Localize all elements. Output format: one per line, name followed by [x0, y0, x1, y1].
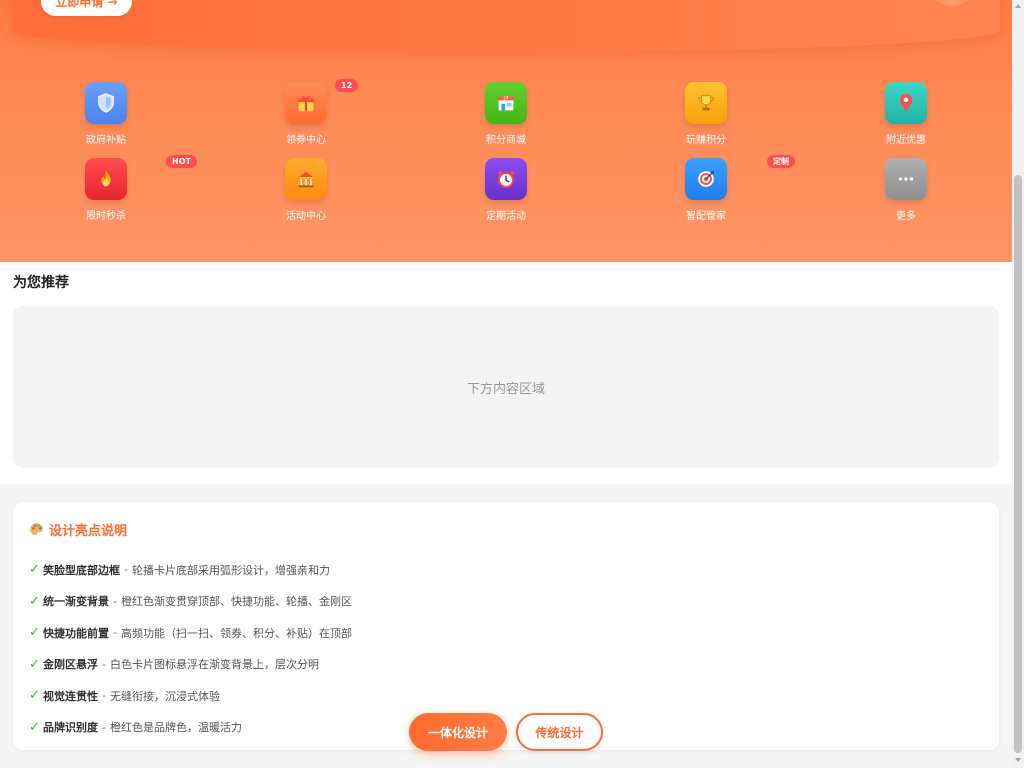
grid-label: 更多: [896, 211, 916, 222]
grid-item-coupon[interactable]: 领券中心 12: [266, 79, 359, 146]
scroll-down-arrow-icon[interactable]: [1015, 758, 1021, 762]
point-desc: 轮播卡片底部采用弧形设计，增强亲和力: [131, 563, 330, 577]
palette-icon: [30, 523, 43, 536]
hot-badge: HOT: [166, 155, 197, 168]
grid-item-nearby[interactable]: 附近优惠: [866, 82, 946, 146]
apply-now-button[interactable]: 立即申请 →: [41, 0, 132, 16]
trophy-icon: [685, 82, 727, 124]
check-icon: ✓: [29, 719, 40, 735]
point-desc: 橙红色是品牌色，温暖活力: [109, 721, 242, 735]
alarm-clock-icon: [485, 158, 527, 200]
grid-label: 玩赚积分: [686, 135, 726, 146]
recommend-section: 为您推荐 下方内容区域: [0, 262, 1012, 484]
grid-label: 智配管家: [686, 211, 726, 222]
point-separator: -: [113, 626, 117, 640]
point-separator: -: [102, 720, 106, 734]
store-icon: 24: [485, 82, 527, 124]
count-badge: 12: [335, 79, 359, 92]
more-dots-icon: [885, 158, 927, 200]
grid-item-smart-butler[interactable]: 智配管家 定制: [666, 155, 795, 222]
point-desc: 白色卡片图标悬浮在渐变背景上，层次分明: [109, 658, 319, 672]
carousel-icon: [285, 158, 327, 200]
point-separator: -: [102, 689, 106, 703]
point-separator: -: [102, 657, 106, 671]
list-item: ✓ 视觉连贯性 - 无缝衔接，沉浸式体验: [29, 680, 352, 712]
recommend-content-area: 下方内容区域: [13, 306, 999, 468]
fire-icon: [85, 158, 127, 200]
smile-banner-card[interactable]: 立即申请 →: [12, 0, 1000, 52]
target-icon: [685, 158, 727, 200]
list-item: ✓ 统一渐变背景 - 橙红色渐变贯穿顶部、快捷功能、轮播、金刚区: [29, 586, 352, 618]
grid-label: 政府补贴: [86, 135, 126, 146]
point-title: 快捷功能前置: [43, 626, 109, 640]
svg-text:24: 24: [503, 96, 509, 101]
list-item: ✓ 快捷功能前置 - 高频功能（扫一扫、领券、积分、补贴）在顶部: [29, 617, 352, 649]
highlights-title: 设计亮点说明: [29, 520, 127, 539]
check-icon: ✓: [29, 656, 40, 672]
hero-gradient-area: 立即申请 → 政府补贴 领券中心 12 24 积分商城 玩赚积分 附近优惠 限时…: [0, 0, 1012, 262]
point-desc: 高频功能（扫一扫、领券、积分、补贴）在顶部: [120, 626, 352, 640]
list-item: ✓ 笑脸型底部边框 - 轮播卡片底部采用弧形设计，增强亲和力: [29, 554, 352, 586]
grid-item-more[interactable]: 更多: [866, 158, 946, 222]
grid-label: 领券中心: [286, 135, 326, 146]
recommend-title: 为您推荐: [13, 275, 69, 291]
shield-icon: [85, 82, 127, 124]
check-icon: ✓: [29, 688, 40, 704]
point-desc: 橙红色渐变贯穿顶部、快捷功能、轮播、金刚区: [120, 595, 352, 609]
grid-item-subsidy[interactable]: 政府补贴: [66, 82, 146, 146]
gift-icon: [285, 82, 327, 124]
grid-item-periodic[interactable]: 定期活动: [466, 158, 546, 222]
point-title: 金刚区悬浮: [43, 658, 98, 672]
scroll-up-arrow-icon[interactable]: [1015, 4, 1021, 8]
banner-decor-circle: [928, 0, 976, 6]
grid-label: 定期活动: [486, 211, 526, 222]
traditional-design-button[interactable]: 传统设计: [516, 713, 603, 751]
point-separator: -: [113, 594, 117, 608]
page-viewport: 立即申请 → 政府补贴 领券中心 12 24 积分商城 玩赚积分 附近优惠 限时…: [0, 0, 1012, 768]
point-title: 统一渐变背景: [43, 595, 109, 609]
integrated-design-button[interactable]: 一体化设计: [409, 713, 507, 751]
scrollbar-thumb[interactable]: [1014, 175, 1022, 753]
point-desc: 无缝衔接，沉浸式体验: [109, 689, 220, 703]
point-separator: -: [124, 563, 128, 577]
point-title: 笑脸型底部边框: [43, 563, 120, 577]
vertical-scrollbar[interactable]: [1012, 0, 1024, 768]
grid-label: 积分商城: [486, 135, 526, 146]
grid-item-events[interactable]: 活动中心: [266, 158, 346, 222]
highlights-title-text: 设计亮点说明: [49, 524, 128, 539]
check-icon: ✓: [29, 593, 40, 609]
point-title: 品牌识别度: [43, 721, 98, 735]
custom-badge: 定制: [767, 155, 795, 168]
grid-label: 附近优惠: [886, 135, 926, 146]
list-item: ✓ 金刚区悬浮 - 白色卡片图标悬浮在渐变背景上，层次分明: [29, 649, 352, 681]
point-title: 视觉连贯性: [43, 689, 98, 703]
design-highlights-card: 设计亮点说明 ✓ 笑脸型底部边框 - 轮播卡片底部采用弧形设计，增强亲和力 ✓ …: [13, 502, 999, 750]
grid-label: 限时秒杀: [86, 211, 126, 222]
highlights-list: ✓ 笑脸型底部边框 - 轮播卡片底部采用弧形设计，增强亲和力 ✓ 统一渐变背景 …: [29, 554, 352, 743]
grid-item-flash-sale[interactable]: 限时秒杀 HOT: [66, 155, 197, 222]
location-pin-icon: [885, 82, 927, 124]
check-icon: ✓: [29, 562, 40, 578]
content-placeholder: 下方内容区域: [466, 381, 545, 397]
grid-item-points-mall[interactable]: 24 积分商城: [466, 82, 546, 146]
grid-item-earn-points[interactable]: 玩赚积分: [666, 82, 746, 146]
check-icon: ✓: [29, 625, 40, 641]
apply-now-label: 立即申请 →: [55, 0, 118, 9]
grid-label: 活动中心: [286, 211, 326, 222]
list-item: ✓ 品牌识别度 - 橙红色是品牌色，温暖活力: [29, 712, 352, 744]
